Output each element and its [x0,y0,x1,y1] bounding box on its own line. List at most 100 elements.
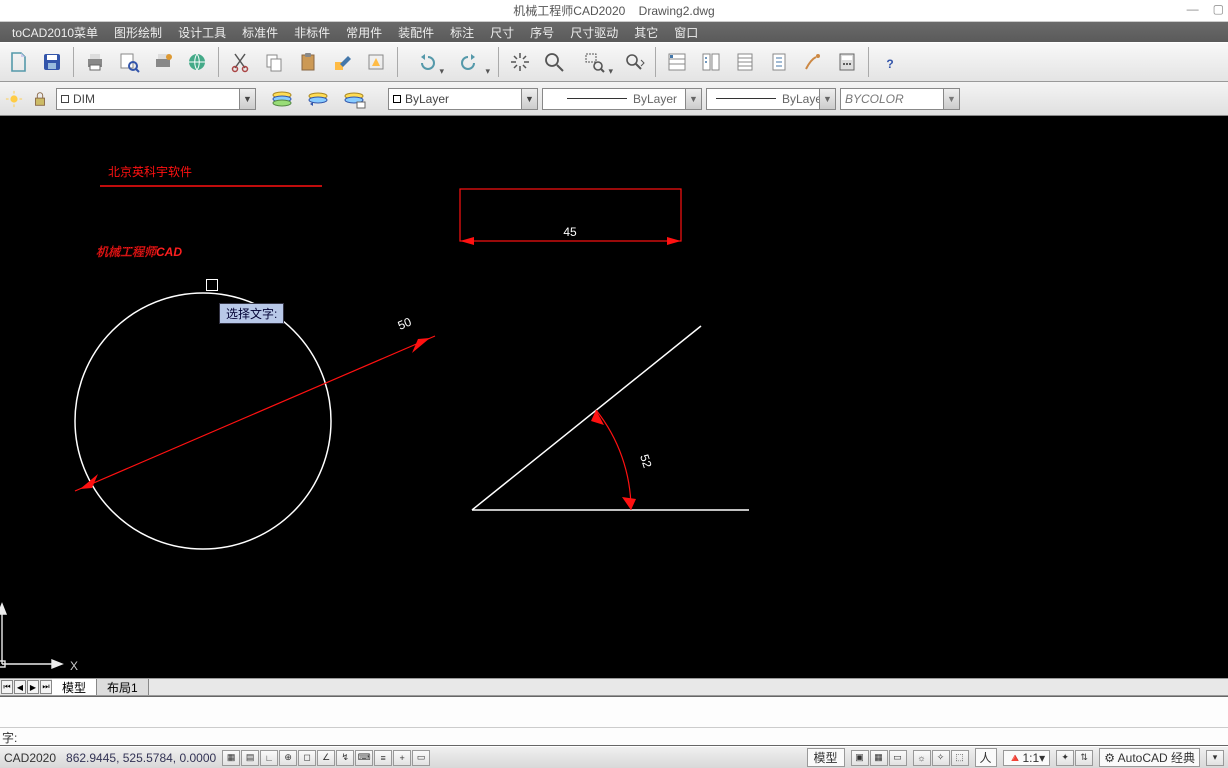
angle-hyp-line [472,326,701,510]
command-line[interactable]: 字: [0,727,1228,747]
osnap-toggle[interactable]: ◻ [298,750,316,766]
status-btn[interactable]: ▭ [889,750,907,766]
menu-item[interactable]: 其它 [626,24,666,41]
help-button[interactable]: ? [874,46,906,78]
maximize-icon[interactable]: ▢ [1213,2,1224,16]
status-btn[interactable]: ✧ [932,750,950,766]
color-swatch-icon [393,95,401,103]
print-preview-button[interactable] [113,46,145,78]
layer-previous-button[interactable] [302,84,334,114]
save-button[interactable] [36,46,68,78]
chevron-down-icon: ▼ [521,89,537,109]
plot-button[interactable] [147,46,179,78]
workspace-switcher[interactable]: ⚙ AutoCAD 经典 [1099,748,1200,767]
match-props-button[interactable] [326,46,358,78]
status-btn[interactable]: ⇅ [1075,750,1093,766]
qp-toggle[interactable]: + [393,750,411,766]
menubar: toCAD2010菜单 图形绘制 设计工具 标准件 非标件 常用件 装配件 标注… [0,22,1228,42]
plotstyle-combo[interactable]: BYCOLOR ▼ [840,88,960,110]
tab-nav-first[interactable]: ⏮ [1,680,13,694]
grid-toggle[interactable]: ▤ [241,750,259,766]
print-button[interactable] [79,46,111,78]
status-btn[interactable]: ✦ [1056,750,1074,766]
sc-toggle[interactable]: ▭ [412,750,430,766]
status-btn[interactable]: ⬚ [951,750,969,766]
zoom-realtime-button[interactable] [538,46,570,78]
layer-manager-button[interactable] [338,84,370,114]
window-title: 机械工程师CAD2020 Drawing2.dwg [513,2,714,19]
cut-button[interactable] [224,46,256,78]
menu-item[interactable]: 序号 [522,24,562,41]
status-tray[interactable]: ▾ [1206,750,1224,766]
ducs-toggle[interactable]: ↯ [336,750,354,766]
status-btn[interactable]: ▦ [870,750,888,766]
linetype-combo[interactable]: ByLayer ▼ [542,88,702,110]
otrack-toggle[interactable]: ∠ [317,750,335,766]
menu-item[interactable]: 标注 [442,24,482,41]
tab-model[interactable]: 模型 [52,679,97,695]
standard-toolbar: ? [0,42,1228,82]
tool-palettes-button[interactable] [729,46,761,78]
ucs-x-label: X [70,659,78,673]
status-btn[interactable]: ▣ [851,750,869,766]
zoom-window-button[interactable] [572,46,616,78]
layer-sun-icon[interactable] [2,87,26,111]
status-space[interactable]: 模型 [807,748,845,767]
menu-item[interactable]: 设计工具 [170,24,234,41]
snap-toggle[interactable]: ▦ [222,750,240,766]
tab-nav-prev[interactable]: ◀ [14,680,26,694]
menu-item[interactable]: 图形绘制 [106,24,170,41]
linetype-preview [567,98,627,99]
block-editor-button[interactable] [360,46,392,78]
layer-combo[interactable]: DIM ▼ [56,88,256,110]
chevron-down-icon: ▼ [943,89,959,109]
chevron-down-icon: ▼ [819,89,835,109]
tab-layout1[interactable]: 布局1 [97,679,149,695]
design-center-button[interactable] [695,46,727,78]
menu-item[interactable]: 窗口 [666,24,706,41]
drafting-toggles: ▦ ▤ ∟ ⊕ ◻ ∠ ↯ ⌨ ≡ + ▭ [222,750,430,766]
properties-button[interactable] [661,46,693,78]
lineweight-combo[interactable]: ByLayer ▼ [706,88,836,110]
menu-item[interactable]: 常用件 [338,24,390,41]
minimize-icon[interactable]: — [1187,2,1199,16]
drawing-circle [75,293,331,549]
sheet-set-button[interactable] [763,46,795,78]
status-btn[interactable]: ☼ [913,750,931,766]
cursor-tooltip: 选择文字: [219,303,284,324]
publish-button[interactable] [181,46,213,78]
menu-item[interactable]: 标准件 [234,24,286,41]
color-combo[interactable]: ByLayer ▼ [388,88,538,110]
undo-button[interactable] [403,46,447,78]
status-coords: 862.9445, 525.5784, 0.0000 [66,751,216,765]
menu-item[interactable]: 尺寸 [482,24,522,41]
menu-item[interactable]: toCAD2010菜单 [4,24,106,41]
menu-item[interactable]: 尺寸驱动 [562,24,626,41]
menu-item[interactable]: 非标件 [286,24,338,41]
command-window[interactable]: 字: [0,696,1228,746]
layer-color-swatch [61,95,69,103]
chevron-down-icon: ▼ [685,89,701,109]
dim-text-50: 50 [396,315,414,333]
drawing-svg: 北京英科宇软件 机械工程师CAD 45 50 52 X [0,116,1228,678]
menu-item[interactable]: 装配件 [390,24,442,41]
paste-button[interactable] [292,46,324,78]
markup-button[interactable] [797,46,829,78]
pan-button[interactable] [504,46,536,78]
zoom-previous-button[interactable] [618,46,650,78]
layer-states-button[interactable] [266,84,298,114]
new-button[interactable] [2,46,34,78]
redo-button[interactable] [449,46,493,78]
quick-calc-button[interactable] [831,46,863,78]
copy-button[interactable] [258,46,290,78]
status-human-icon[interactable]: 人 [975,748,997,767]
tab-nav-next[interactable]: ▶ [27,680,39,694]
annotation-scale[interactable]: 🔺1:1▾ [1003,750,1051,766]
ortho-toggle[interactable]: ∟ [260,750,278,766]
tab-nav-last[interactable]: ⏭ [40,680,52,694]
dyn-toggle[interactable]: ⌨ [355,750,373,766]
drawing-canvas[interactable]: 北京英科宇软件 机械工程师CAD 45 50 52 X 选择文字: [0,116,1228,678]
polar-toggle[interactable]: ⊕ [279,750,297,766]
lwt-toggle[interactable]: ≡ [374,750,392,766]
layer-lock-icon[interactable] [28,87,52,111]
